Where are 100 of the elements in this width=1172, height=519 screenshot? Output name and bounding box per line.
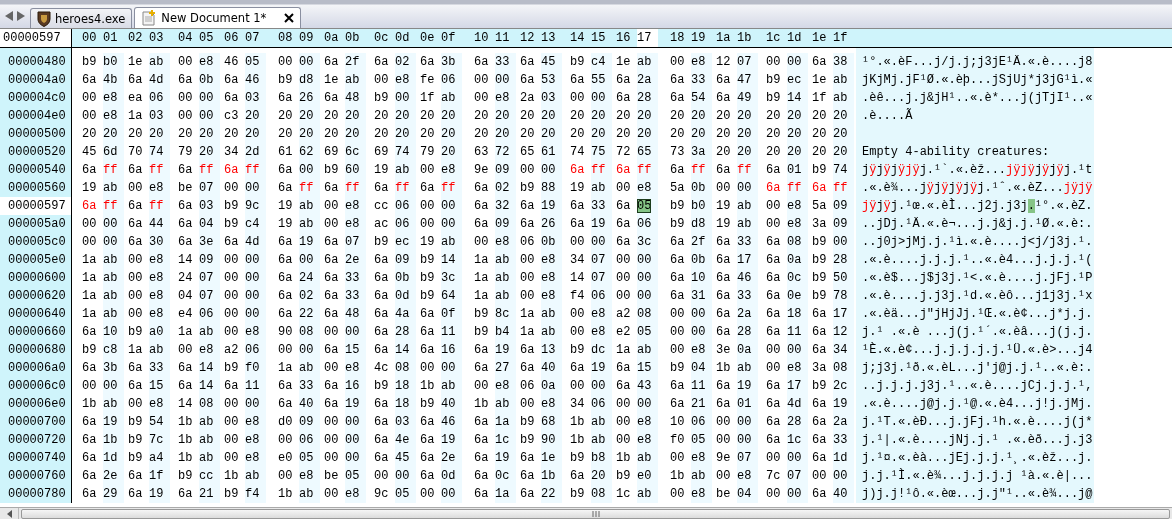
tab[interactable]: New Document 1*: [134, 7, 302, 28]
hex-byte[interactable]: 6a: [570, 217, 585, 231]
hex-byte[interactable]: b9: [420, 397, 435, 411]
hex-byte[interactable]: b9: [616, 469, 631, 483]
hex-byte[interactable]: 19: [716, 217, 731, 231]
hex-byte[interactable]: 00: [766, 487, 781, 501]
hex-byte[interactable]: 00: [82, 217, 97, 231]
hex-byte[interactable]: 20: [766, 145, 781, 159]
hex-byte[interactable]: 6a: [128, 469, 143, 483]
hex-byte[interactable]: 1a: [82, 253, 97, 267]
hex-byte[interactable]: 6a: [278, 397, 293, 411]
cursor-byte[interactable]: 05: [637, 199, 652, 213]
hex-byte[interactable]: c3: [224, 109, 239, 123]
hex-byte[interactable]: 6a: [82, 487, 97, 501]
hex-byte[interactable]: 00: [82, 379, 97, 393]
hex-byte[interactable]: 00: [474, 91, 489, 105]
hex-byte[interactable]: 20: [278, 127, 293, 141]
hex-byte[interactable]: 6a: [278, 307, 293, 321]
hex-byte[interactable]: 6a: [374, 397, 389, 411]
hex-byte[interactable]: 14: [570, 271, 585, 285]
hex-byte[interactable]: 00: [324, 199, 339, 213]
hex-byte[interactable]: 5a: [670, 181, 685, 195]
hex-byte[interactable]: 6a: [474, 361, 489, 375]
hex-byte[interactable]: 00: [670, 325, 685, 339]
hex-byte[interactable]: b9: [570, 451, 585, 465]
hex-byte[interactable]: 00: [766, 217, 781, 231]
hex-byte[interactable]: 00: [278, 55, 293, 69]
hex-byte[interactable]: 6a: [324, 379, 339, 393]
hex-byte[interactable]: 00: [178, 343, 193, 357]
hex-byte[interactable]: 19: [570, 181, 585, 195]
hex-byte[interactable]: 6a: [420, 181, 435, 195]
hex-byte[interactable]: 00: [278, 343, 293, 357]
hex-byte[interactable]: b9: [224, 361, 239, 375]
hex-byte[interactable]: b9: [224, 217, 239, 231]
hex-byte[interactable]: 00: [324, 487, 339, 501]
hex-byte[interactable]: 6a: [812, 343, 827, 357]
hex-byte[interactable]: 00: [420, 487, 435, 501]
hex-byte[interactable]: 6a: [278, 91, 293, 105]
hex-byte[interactable]: b9: [82, 55, 97, 69]
hex-byte[interactable]: 00: [224, 325, 239, 339]
hex-byte[interactable]: 74: [570, 145, 585, 159]
hex-byte[interactable]: 6a: [766, 379, 781, 393]
hex-byte[interactable]: 04: [178, 289, 193, 303]
hex-byte[interactable]: a2: [616, 307, 631, 321]
hex-byte[interactable]: 00: [178, 55, 193, 69]
hex-byte[interactable]: 1b: [616, 451, 631, 465]
hex-byte[interactable]: b9: [812, 289, 827, 303]
hex-byte[interactable]: 6a: [224, 163, 239, 177]
hex-byte[interactable]: 14: [178, 397, 193, 411]
hex-byte[interactable]: 6a: [374, 451, 389, 465]
hex-byte[interactable]: 00: [570, 379, 585, 393]
hex-byte[interactable]: 12: [716, 55, 731, 69]
hex-byte[interactable]: 00: [670, 343, 685, 357]
hex-byte[interactable]: 00: [128, 289, 143, 303]
scroll-left-icon[interactable]: [6, 509, 12, 518]
hex-byte[interactable]: 1a: [178, 325, 193, 339]
hex-byte[interactable]: 6a: [520, 55, 535, 69]
hex-byte[interactable]: 6a: [812, 325, 827, 339]
hex-byte[interactable]: 00: [812, 469, 827, 483]
hex-byte[interactable]: 20: [766, 127, 781, 141]
hex-byte[interactable]: 6a: [420, 55, 435, 69]
hex-byte[interactable]: 6a: [178, 163, 193, 177]
hex-byte[interactable]: 1b: [420, 379, 435, 393]
hex-byte[interactable]: 69: [324, 145, 339, 159]
hex-byte[interactable]: 19: [278, 199, 293, 213]
hex-byte[interactable]: 00: [224, 181, 239, 195]
hex-byte[interactable]: 1b: [474, 397, 489, 411]
hex-byte[interactable]: 6a: [278, 253, 293, 267]
hex-byte[interactable]: 00: [324, 361, 339, 375]
position-field[interactable]: 00000597: [0, 29, 72, 47]
hex-byte[interactable]: 6a: [420, 307, 435, 321]
hex-byte[interactable]: 00: [82, 235, 97, 249]
hex-byte[interactable]: b9: [812, 379, 827, 393]
hex-byte[interactable]: be: [178, 181, 193, 195]
hex-byte[interactable]: 6a: [716, 253, 731, 267]
hex-byte[interactable]: 6a: [474, 469, 489, 483]
hex-byte[interactable]: 00: [670, 487, 685, 501]
hex-byte[interactable]: 20: [82, 127, 97, 141]
hex-byte[interactable]: 45: [82, 145, 97, 159]
hex-byte[interactable]: 20: [616, 127, 631, 141]
hex-byte[interactable]: 1a: [520, 307, 535, 321]
hex-byte[interactable]: 00: [324, 433, 339, 447]
hex-byte[interactable]: 00: [224, 253, 239, 267]
hex-byte[interactable]: 6a: [812, 55, 827, 69]
hex-byte[interactable]: 24: [178, 271, 193, 285]
hex-byte[interactable]: 34: [570, 253, 585, 267]
hex-byte[interactable]: b9: [812, 271, 827, 285]
hex-byte[interactable]: 20: [716, 127, 731, 141]
hex-byte[interactable]: 6a: [716, 325, 731, 339]
hex-byte[interactable]: 6a: [324, 181, 339, 195]
hex-byte[interactable]: 6a: [420, 433, 435, 447]
hex-byte[interactable]: 14: [178, 253, 193, 267]
hex-byte[interactable]: b9: [670, 199, 685, 213]
hex-byte[interactable]: 20: [716, 145, 731, 159]
hex-byte[interactable]: 73: [670, 145, 685, 159]
hex-byte[interactable]: b9: [570, 55, 585, 69]
hex-byte[interactable]: 6a: [812, 415, 827, 429]
hex-byte[interactable]: 00: [616, 433, 631, 447]
hex-byte[interactable]: 00: [128, 271, 143, 285]
hex-byte[interactable]: 1a: [616, 343, 631, 357]
